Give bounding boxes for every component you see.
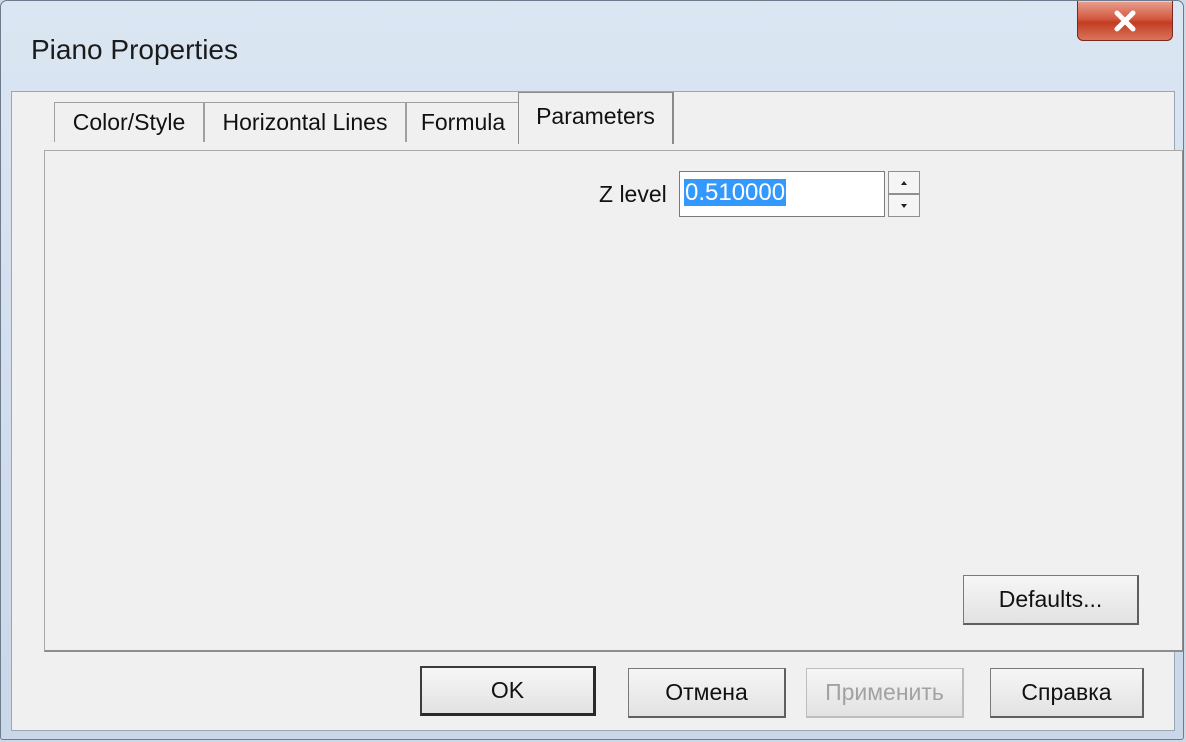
defaults-button-label: Defaults... <box>998 586 1103 612</box>
z-level-spinner[interactable] <box>888 171 920 217</box>
title-bar[interactable]: Piano Properties <box>1 1 1183 91</box>
z-level-input[interactable]: 0.510000 <box>679 171 885 217</box>
arrow-down-icon <box>901 203 907 208</box>
tab-label: Parameters <box>536 103 655 129</box>
cancel-button-label: Отмена <box>665 679 748 705</box>
tab-formula[interactable]: Formula <box>406 102 520 142</box>
spin-down-button[interactable] <box>888 194 920 217</box>
tab-label: Formula <box>420 109 506 135</box>
defaults-button[interactable]: Defaults... <box>963 575 1139 625</box>
tab-label: Color/Style <box>72 109 186 135</box>
ok-button-label: OK <box>490 677 525 703</box>
arrow-up-icon <box>901 180 907 185</box>
help-button[interactable]: Справка <box>990 668 1144 718</box>
ok-button[interactable]: OK <box>420 666 596 716</box>
parameters-panel: Z level 0.510000 Defaults... <box>44 150 1183 652</box>
tab-label: Horizontal Lines <box>222 109 388 135</box>
close-icon <box>1114 10 1136 31</box>
help-button-label: Справка <box>1021 679 1112 705</box>
window-title: Piano Properties <box>31 34 239 65</box>
apply-button[interactable]: Применить <box>806 668 964 718</box>
z-level-label: Z level <box>599 181 667 207</box>
z-level-value: 0.510000 <box>684 179 787 206</box>
cancel-button[interactable]: Отмена <box>628 668 786 718</box>
tab-parameters[interactable]: Parameters <box>518 92 674 144</box>
tab-color-style[interactable]: Color/Style <box>54 102 204 142</box>
close-button[interactable] <box>1077 1 1173 41</box>
dialog-window: Piano Properties Color/Style Horizontal … <box>0 0 1184 740</box>
spin-up-button[interactable] <box>888 171 920 194</box>
apply-button-label: Применить <box>825 679 944 705</box>
tab-horizontal-lines[interactable]: Horizontal Lines <box>204 102 406 142</box>
dialog-client-area: Color/Style Horizontal Lines Formula Par… <box>11 91 1183 731</box>
